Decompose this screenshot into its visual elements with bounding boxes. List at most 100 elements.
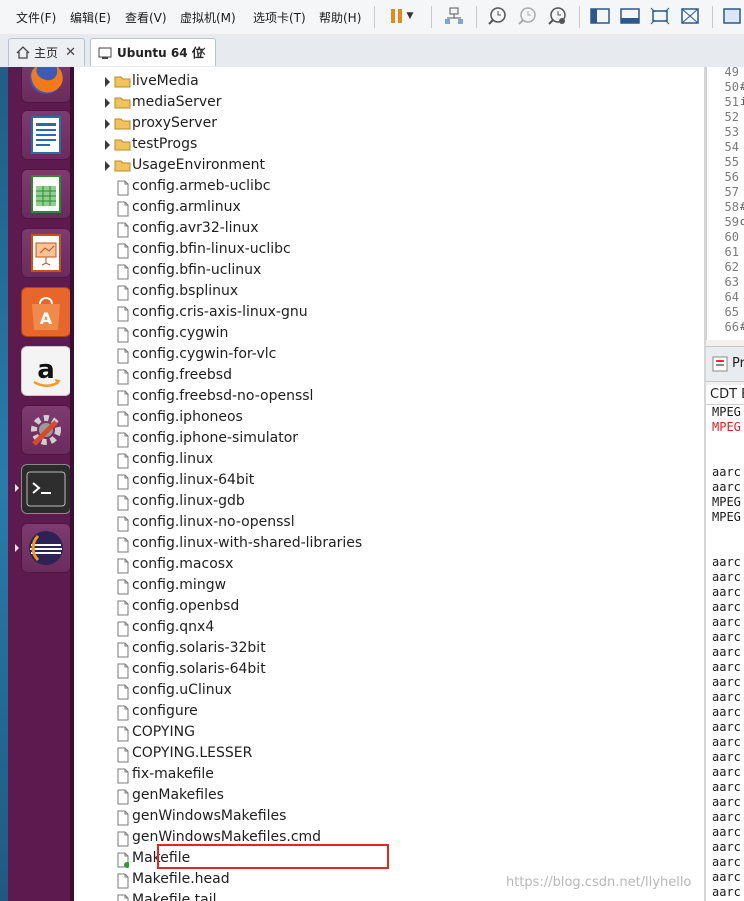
tree-file-row[interactable]: config.uClinux bbox=[74, 681, 704, 702]
tree-file-row[interactable]: config.linux-64bit bbox=[74, 471, 704, 492]
menu-tabs[interactable]: 选项卡(T) bbox=[253, 9, 306, 26]
tree-file-row[interactable]: config.freebsd-no-openssl bbox=[74, 387, 704, 408]
revert-snapshot-button[interactable] bbox=[515, 5, 539, 27]
tree-file-row[interactable]: config.cris-axis-linux-gnu bbox=[74, 303, 704, 324]
tree-folder-row[interactable]: proxyServer bbox=[74, 114, 704, 135]
tree-file-row[interactable]: config.solaris-32bit bbox=[74, 639, 704, 660]
tree-folder-row[interactable]: mediaServer bbox=[74, 93, 704, 114]
tree-item-label: config.openbsd bbox=[132, 598, 240, 614]
tree-file-row[interactable]: config.macosx bbox=[74, 555, 704, 576]
vm-display[interactable]: A a groupsock liveMedia mediaServer proxyS… bbox=[0, 67, 744, 901]
tree-file-row[interactable]: Makefile.tail bbox=[74, 891, 704, 901]
tree-file-row[interactable]: config.avr32-linux bbox=[74, 219, 704, 240]
code-editor[interactable]: 4950#51i52535455565758#59d60616263646566… bbox=[706, 67, 744, 340]
tree-file-row[interactable]: COPYING.LESSER bbox=[74, 744, 704, 765]
menu-file[interactable]: 文件(F) bbox=[16, 9, 56, 26]
expand-arrow-icon[interactable] bbox=[105, 77, 110, 87]
libreoffice-impress-icon bbox=[31, 234, 61, 272]
file-icon bbox=[117, 348, 129, 364]
menu-vm[interactable]: 虚拟机(M) bbox=[180, 9, 236, 26]
console-line: aarc bbox=[712, 570, 741, 584]
launcher-firefox[interactable] bbox=[21, 67, 71, 103]
full-screen-button[interactable] bbox=[648, 5, 672, 27]
tree-file-row[interactable]: config.iphoneos bbox=[74, 408, 704, 429]
launcher-settings[interactable] bbox=[21, 405, 71, 455]
tree-item-label: config.macosx bbox=[132, 556, 234, 572]
tree-item-label: liveMedia bbox=[132, 73, 199, 89]
show-library-button[interactable] bbox=[588, 5, 612, 27]
tab-ubuntu-vm[interactable]: Ubuntu 64 位 ✕ bbox=[90, 38, 216, 66]
tree-folder-row[interactable]: liveMedia bbox=[74, 72, 704, 93]
view-mode-button[interactable] bbox=[720, 5, 744, 27]
tree-item-label: config.linux bbox=[132, 451, 214, 467]
close-icon[interactable]: ✕ bbox=[196, 45, 207, 60]
line-number: 49 bbox=[724, 67, 739, 79]
console-line: aarc bbox=[712, 825, 741, 839]
launcher-calc[interactable] bbox=[21, 169, 71, 219]
tree-file-row[interactable]: config.freebsd bbox=[74, 366, 704, 387]
expand-arrow-icon[interactable] bbox=[105, 98, 110, 108]
menu-edit[interactable]: 编辑(E) bbox=[70, 9, 111, 26]
launcher-amazon[interactable]: a bbox=[21, 346, 71, 396]
console-line: aarc bbox=[712, 630, 741, 644]
tree-file-row[interactable]: config.bfin-linux-uclibc bbox=[74, 240, 704, 261]
expand-arrow-icon[interactable] bbox=[105, 119, 110, 129]
launcher-eclipse[interactable] bbox=[21, 523, 71, 573]
expand-arrow-icon[interactable] bbox=[105, 140, 110, 150]
launcher-software[interactable]: A bbox=[21, 287, 71, 337]
snapshot-button[interactable] bbox=[485, 5, 509, 27]
tree-file-row[interactable]: config.bsplinux bbox=[74, 282, 704, 303]
tree-file-row[interactable]: config.qnx4 bbox=[74, 618, 704, 639]
svg-text:A: A bbox=[40, 309, 53, 328]
tree-file-row[interactable]: config.linux-no-openssl bbox=[74, 513, 704, 534]
vm-icon bbox=[98, 47, 112, 59]
tree-item-label: config.linux-with-shared-libraries bbox=[132, 535, 363, 551]
tab-problems[interactable]: Pr bbox=[732, 356, 744, 371]
tree-file-row[interactable]: config.bfin-uclinux bbox=[74, 261, 704, 282]
launcher-terminal[interactable] bbox=[21, 464, 71, 514]
toolbar-separator bbox=[374, 6, 375, 28]
tree-file-row[interactable]: configure bbox=[74, 702, 704, 723]
tree-file-row[interactable]: config.mingw bbox=[74, 576, 704, 597]
tree-file-row[interactable]: config.linux bbox=[74, 450, 704, 471]
thumbnail-bar-button[interactable] bbox=[618, 5, 642, 27]
launcher-writer[interactable] bbox=[21, 110, 71, 160]
line-number: 62 bbox=[724, 260, 739, 274]
tree-file-row[interactable]: config.solaris-64bit bbox=[74, 660, 704, 681]
tree-file-row[interactable]: genWindowsMakefiles bbox=[74, 807, 704, 828]
pause-button[interactable]: ▼ bbox=[382, 5, 422, 27]
menu-view[interactable]: 查看(V) bbox=[125, 9, 167, 26]
unity-button[interactable] bbox=[678, 5, 702, 27]
launcher-impress[interactable] bbox=[21, 228, 71, 278]
close-icon[interactable]: ✕ bbox=[65, 45, 76, 60]
send-ctrl-alt-del-button[interactable] bbox=[442, 5, 466, 27]
tree-file-row[interactable]: config.linux-with-shared-libraries bbox=[74, 534, 704, 555]
tree-item-label: mediaServer bbox=[132, 94, 222, 110]
tree-file-row[interactable]: config.cygwin-for-vlc bbox=[74, 345, 704, 366]
tree-folder-row[interactable]: testProgs bbox=[74, 135, 704, 156]
tree-file-row[interactable]: config.cygwin bbox=[74, 324, 704, 345]
tree-folder-row[interactable]: UsageEnvironment bbox=[74, 156, 704, 177]
console-line: aarc bbox=[712, 690, 741, 704]
tree-file-row[interactable]: COPYING bbox=[74, 723, 704, 744]
tree-file-row[interactable]: config.armlinux bbox=[74, 198, 704, 219]
console-line: aarc bbox=[712, 465, 741, 479]
line-number: 53 bbox=[724, 125, 739, 139]
tree-item-label: config.qnx4 bbox=[132, 619, 215, 635]
expand-arrow-icon[interactable] bbox=[105, 161, 110, 171]
tree-item-label: Makefile.head bbox=[132, 871, 230, 887]
tree-file-row[interactable]: genMakefiles bbox=[74, 786, 704, 807]
snapshot-manager-button[interactable] bbox=[545, 5, 569, 27]
launcher-running-indicator bbox=[15, 484, 19, 492]
tree-file-row[interactable]: fix-makefile bbox=[74, 765, 704, 786]
tree-file-row[interactable]: config.iphone-simulator bbox=[74, 429, 704, 450]
line-number: 61 bbox=[724, 245, 739, 259]
tree-file-row[interactable]: config.openbsd bbox=[74, 597, 704, 618]
console-output[interactable]: CDT B MPEGMPEGaarcaarcMPEGMPEGaarcaarcaa… bbox=[706, 385, 744, 901]
console-line: aarc bbox=[712, 885, 741, 899]
menu-help[interactable]: 帮助(H) bbox=[319, 9, 361, 26]
tree-file-row[interactable]: config.linux-gdb bbox=[74, 492, 704, 513]
file-icon bbox=[117, 201, 129, 217]
tab-home[interactable]: 主页 ✕ bbox=[8, 38, 85, 66]
tree-file-row[interactable]: config.armeb-uclibc bbox=[74, 177, 704, 198]
